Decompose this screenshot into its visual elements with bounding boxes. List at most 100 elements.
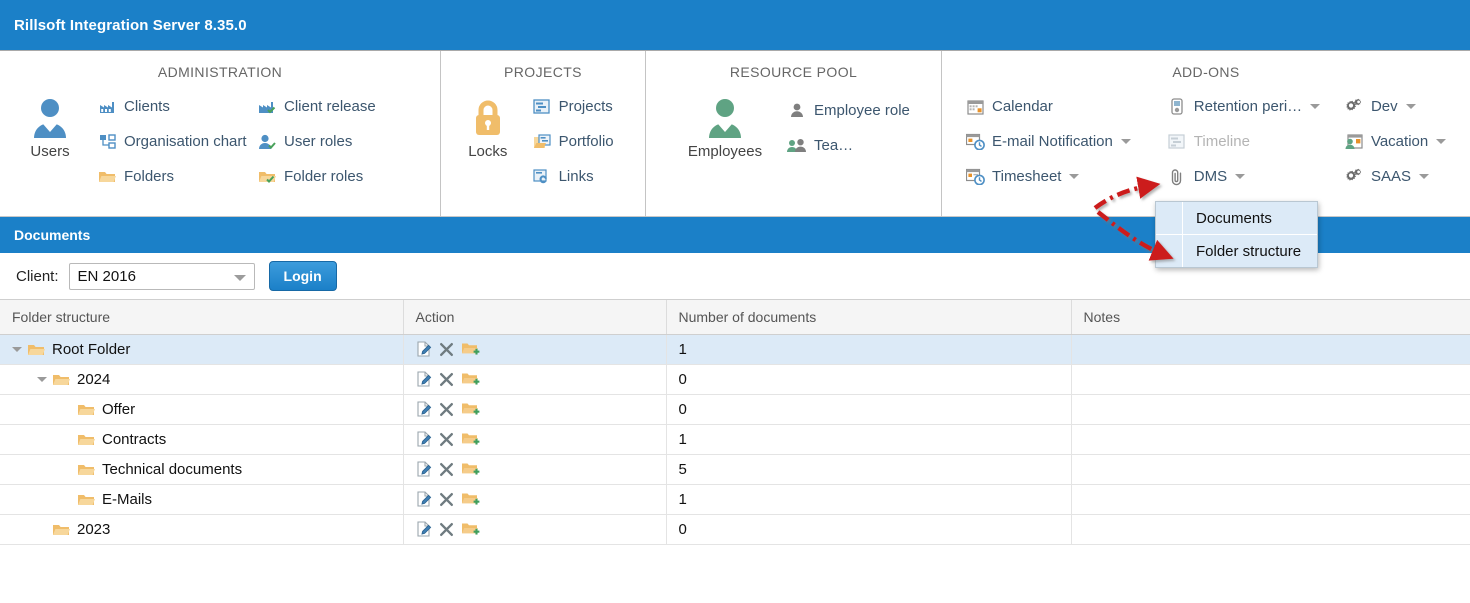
client-select[interactable]: EN 2016 xyxy=(68,262,255,290)
group-title-addons: ADD-ONS xyxy=(1172,64,1240,80)
add-folder-icon[interactable] xyxy=(461,521,480,537)
column-header-action[interactable]: Action xyxy=(403,300,667,335)
menu-item-projects-label: Projects xyxy=(558,97,613,115)
chevron-down-icon[interactable] xyxy=(1436,139,1447,144)
edit-icon[interactable] xyxy=(416,371,432,387)
menu-item-team[interactable]: Tea… xyxy=(780,128,930,163)
menu-item-vacation[interactable]: Vacation xyxy=(1337,124,1460,159)
launcher-users[interactable]: Users xyxy=(10,89,90,160)
chevron-down-icon[interactable] xyxy=(1405,104,1416,109)
chevron-down-icon[interactable] xyxy=(1069,174,1080,179)
table-row[interactable]: 2024 0 xyxy=(0,364,1470,395)
menu-item-client-release[interactable]: Client release xyxy=(250,89,400,124)
delete-icon[interactable] xyxy=(439,342,454,357)
team-icon xyxy=(786,138,808,153)
launcher-employees-label: Employees xyxy=(687,143,763,160)
cell-number-of-documents: 1 xyxy=(666,484,1072,515)
menu-item-dms[interactable]: DMS xyxy=(1160,159,1337,194)
delete-icon[interactable] xyxy=(439,372,454,387)
delete-icon[interactable] xyxy=(439,432,454,447)
menu-item-retention-period[interactable]: Retention peri… xyxy=(1160,89,1337,124)
menu-item-employee-role[interactable]: Employee role xyxy=(780,93,930,128)
login-button[interactable]: Login xyxy=(268,261,337,291)
dms-menu-item-documents-label: Documents xyxy=(1196,209,1272,227)
expand-collapse-icon[interactable] xyxy=(37,376,47,382)
add-folder-icon[interactable] xyxy=(461,461,480,477)
folder-icon xyxy=(52,522,70,537)
folder-icon xyxy=(96,169,118,184)
window-title-bar: Rillsoft Integration Server 8.35.0 xyxy=(0,0,1470,51)
menu-item-saas[interactable]: SAAS xyxy=(1337,159,1460,194)
launcher-employees[interactable]: Employees xyxy=(670,89,780,160)
table-row[interactable]: E-Mails 1 xyxy=(0,484,1470,515)
launcher-locks[interactable]: Locks xyxy=(451,89,525,160)
menu-item-timeline-label: Timeline xyxy=(1193,132,1250,150)
menu-item-team-label: Tea… xyxy=(814,136,854,154)
menu-item-folder-roles[interactable]: Folder roles xyxy=(250,159,400,194)
column-header-folder-structure[interactable]: Folder structure xyxy=(0,300,404,335)
folder-name-label: Root Folder xyxy=(52,340,131,358)
table-row[interactable]: Technical documents 5 xyxy=(0,454,1470,485)
table-body: Root Folder 1 2024 0 Offer 0 Contracts 1 Technic… xyxy=(0,334,1470,545)
delete-icon[interactable] xyxy=(439,492,454,507)
chevron-down-icon[interactable] xyxy=(1235,174,1246,179)
menu-item-clients[interactable]: Clients xyxy=(90,89,250,124)
delete-icon[interactable] xyxy=(439,522,454,537)
chevron-down-icon[interactable] xyxy=(233,274,246,281)
employee-icon xyxy=(705,95,745,141)
column-header-notes[interactable]: Notes xyxy=(1071,300,1470,335)
menu-item-calendar-label: Calendar xyxy=(992,97,1053,115)
administration-column-2: Client release User roles Folder roles xyxy=(250,89,400,194)
menu-item-dev-label: Dev xyxy=(1370,97,1398,115)
chevron-down-icon[interactable] xyxy=(1120,139,1131,144)
table-row[interactable]: 2023 0 xyxy=(0,514,1470,545)
delete-icon[interactable] xyxy=(439,462,454,477)
add-folder-icon[interactable] xyxy=(461,491,480,507)
menu-item-dev[interactable]: Dev xyxy=(1337,89,1460,124)
add-folder-icon[interactable] xyxy=(461,431,480,447)
cell-notes xyxy=(1071,394,1470,425)
cell-number-of-documents: 0 xyxy=(666,514,1072,545)
column-header-number-of-documents[interactable]: Number of documents xyxy=(666,300,1072,335)
table-row[interactable]: Offer 0 xyxy=(0,394,1470,425)
menu-item-folders[interactable]: Folders xyxy=(90,159,250,194)
menu-item-retention-period-label: Retention peri… xyxy=(1193,97,1303,115)
expand-collapse-icon[interactable] xyxy=(12,346,22,352)
dms-menu-item-documents[interactable]: Documents xyxy=(1156,202,1317,234)
chevron-down-icon[interactable] xyxy=(1418,174,1429,179)
folder-name-label: Technical documents xyxy=(102,460,243,478)
menu-item-projects[interactable]: Projects xyxy=(525,89,635,124)
menu-item-organisation-chart[interactable]: Organisation chart xyxy=(90,124,250,159)
edit-icon[interactable] xyxy=(416,521,432,537)
add-folder-icon[interactable] xyxy=(461,371,480,387)
edit-icon[interactable] xyxy=(416,341,432,357)
edit-icon[interactable] xyxy=(416,401,432,417)
menu-item-calendar[interactable]: Calendar xyxy=(958,89,1160,124)
table-row[interactable]: Root Folder 1 xyxy=(0,334,1470,365)
edit-icon[interactable] xyxy=(416,461,432,477)
edit-icon[interactable] xyxy=(416,491,432,507)
menu-item-links[interactable]: Links xyxy=(525,159,635,194)
folder-name-label: Contracts xyxy=(102,430,167,448)
dms-menu-item-folder-structure[interactable]: Folder structure xyxy=(1156,235,1317,267)
menu-item-portfolio[interactable]: Portfolio xyxy=(525,124,635,159)
add-folder-icon[interactable] xyxy=(461,341,480,357)
edit-icon[interactable] xyxy=(416,431,432,447)
menu-item-organisation-chart-label: Organisation chart xyxy=(124,132,247,150)
ribbon-toolbar: ADMINISTRATION Users Clients Organisatio… xyxy=(0,51,1470,217)
gears-icon xyxy=(1343,98,1365,115)
menu-item-client-release-label: Client release xyxy=(284,97,376,115)
cell-folder-name: Contracts xyxy=(0,424,404,455)
delete-icon[interactable] xyxy=(439,402,454,417)
retention-icon xyxy=(1166,98,1188,115)
menu-item-email-notification[interactable]: E-mail Notification xyxy=(958,124,1160,159)
launcher-users-label: Users xyxy=(30,143,70,160)
add-folder-icon[interactable] xyxy=(461,401,480,417)
resource-pool-column-1: Employee role Tea… xyxy=(780,89,930,163)
menu-item-user-roles[interactable]: User roles xyxy=(250,124,400,159)
table-row[interactable]: Contracts 1 xyxy=(0,424,1470,455)
timesheet-clock-icon xyxy=(964,168,986,185)
menu-item-timesheet[interactable]: Timesheet xyxy=(958,159,1160,194)
chevron-down-icon[interactable] xyxy=(1310,104,1321,109)
